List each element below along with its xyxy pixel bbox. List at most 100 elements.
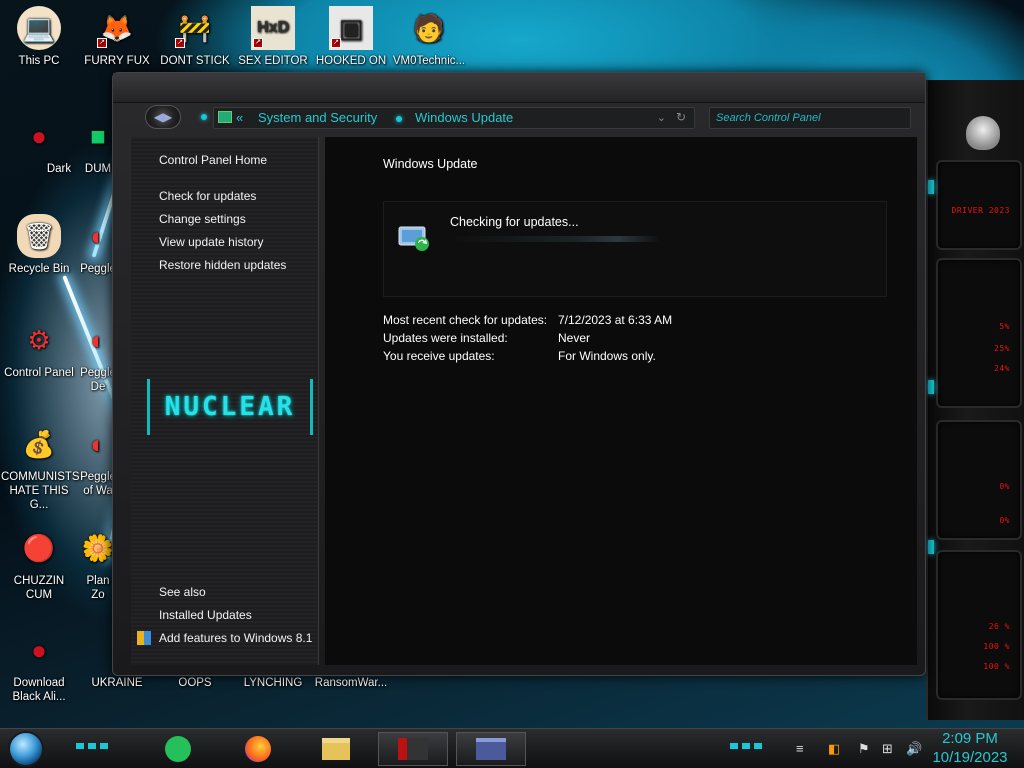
taskbar-firefox[interactable]	[238, 732, 278, 766]
search-input[interactable]: Search Control Panel	[709, 107, 911, 129]
desktop-icon-sex-editor[interactable]: HxD ↗ SEX EDITOR	[235, 6, 311, 68]
desktop-icon-dum[interactable]: ■ DUM	[80, 114, 116, 176]
network-icon[interactable]: ⊞	[882, 741, 893, 757]
icon-glyph: ◐	[90, 325, 106, 355]
icon-glyph: ■	[90, 121, 106, 151]
clock-date: 10/19/2023	[932, 749, 1008, 766]
refresh-icon[interactable]: ↻	[676, 110, 686, 124]
desktop-icon-furry-fux[interactable]: 🦊 ↗ FURRY FUX	[79, 6, 155, 68]
breadcrumb-windows-update[interactable]: Windows Update	[415, 110, 513, 125]
language-icon[interactable]: ◧	[828, 741, 840, 757]
desktop-icon-ukraine[interactable]: UKRAINE	[79, 676, 155, 690]
control-panel-home-link[interactable]: Control Panel Home	[159, 153, 267, 167]
folder-icon	[322, 738, 350, 760]
desktop-icon-peggle[interactable]: ◐ Peggle	[80, 214, 116, 276]
gadget-readout: 0%	[999, 482, 1010, 491]
desktop-icon-label: FURRY FUX	[84, 55, 150, 67]
update-status-text: Checking for updates...	[450, 215, 579, 229]
desktop-icon-label: Peggle De	[80, 367, 116, 393]
desktop-icon-label: Plan Zo	[86, 575, 110, 601]
taskbar-control-panel[interactable]	[378, 732, 448, 766]
vlc-icon: 🚧 ↗	[173, 6, 217, 50]
desktop-icon-label: DUM	[84, 163, 112, 175]
desktop-icon-peggle-de[interactable]: ◐ Peggle De	[80, 318, 116, 394]
start-button[interactable]	[8, 731, 44, 767]
maze-icon: ▣ ↗	[329, 6, 373, 50]
desktop-icon-dark[interactable]: ● Dark	[1, 114, 77, 176]
system-clock[interactable]: 2:09 PM 10/19/2023	[928, 729, 1012, 767]
windows-update-icon	[398, 226, 429, 251]
desktop-icon-ransomware[interactable]: RansomWar...	[313, 676, 389, 690]
this-pc-icon: 💻	[17, 6, 61, 50]
chuzzle-icon: 🔴	[17, 526, 61, 570]
desktop-icon-label: Recycle Bin	[8, 263, 70, 275]
shortcut-arrow-icon: ↗	[331, 38, 341, 48]
info-label: Updates were installed:	[383, 331, 508, 345]
desktop-icon-control-panel[interactable]: ⚙ Control Panel	[1, 318, 77, 380]
update-progress-bar	[450, 236, 660, 242]
desktop-icon-hooked-on[interactable]: ▣ ↗ HOOKED ON	[313, 6, 389, 68]
installed-updates-link[interactable]: Installed Updates	[159, 608, 252, 622]
gadget-readout: 24%	[994, 364, 1010, 373]
taskbar-file-explorer[interactable]	[316, 732, 356, 766]
desktop-icon-label: RansomWar...	[314, 677, 388, 689]
desktop-icon-peggle-wa[interactable]: ◐ Peggle of Wa	[80, 422, 116, 498]
taskbar-accent	[730, 743, 766, 749]
desktop-icon-label: COMMUNISTS HATE THIS G...	[1, 471, 80, 511]
desktop-icon-label: OOPS	[178, 677, 212, 689]
info-value: Never	[558, 331, 591, 345]
desktop-icon-download-black-ali[interactable]: ● Download Black Ali...	[1, 628, 77, 704]
desktop-icon-label: Peggle	[80, 263, 116, 275]
icon-glyph: ◐	[90, 221, 106, 251]
icon-glyph: 🧑	[412, 13, 446, 43]
peggle-icon: ◐	[83, 214, 113, 258]
control-panel-icon: ⚙	[17, 318, 61, 362]
gadget-readout: 5%	[999, 322, 1010, 331]
taskbar-window-app[interactable]	[456, 732, 526, 766]
volume-icon[interactable]: 🔊	[906, 741, 922, 757]
breadcrumb-separator-icon	[396, 116, 402, 122]
desktop-icon-vm0technic[interactable]: 🧑 VM0Technic...	[391, 6, 467, 68]
desktop-icon-dont-stick[interactable]: 🚧 ↗ DONT STICK	[157, 6, 233, 68]
desktop-icon-recycle-bin[interactable]: 🗑 Recycle Bin	[1, 214, 77, 276]
action-center-flag-icon[interactable]: ⚑	[858, 741, 870, 757]
desktop-icon-chuzzin-cum[interactable]: 🔴 CHUZZIN CUM	[1, 526, 77, 602]
desktop-icon-this-pc[interactable]: 💻 This PC	[1, 6, 77, 68]
dum-icon: ■	[83, 114, 113, 158]
desktop-icon-communists[interactable]: 💰 COMMUNISTS HATE THIS G...	[1, 422, 80, 512]
icon-glyph: 🦊	[100, 13, 134, 43]
page-title: Windows Update	[383, 157, 478, 171]
check-for-updates-link[interactable]: Check for updates	[159, 189, 256, 203]
notes-icon	[165, 736, 191, 762]
desktop-icon-label: VM0Technic...	[392, 55, 466, 67]
desktop-icon-plan-zo[interactable]: 🌼 Plan Zo	[80, 526, 116, 602]
money-bag-icon: 💰	[17, 422, 61, 466]
desktop-icon-label: Download Black Ali...	[12, 677, 66, 703]
desktop-icon-lynching[interactable]: LYNCHING	[235, 676, 311, 690]
nuclear-theme-logo: NUCLEAR	[147, 379, 313, 435]
windows-update-content: Windows Update Checking for updates... M…	[325, 137, 917, 665]
breadcrumb-overflow[interactable]: «	[236, 110, 243, 125]
gadget-readout: 25%	[994, 344, 1010, 353]
nav-indicator-dot	[201, 114, 207, 120]
address-bar[interactable]: « System and Security Windows Update ⌄ ↻	[213, 107, 695, 129]
back-forward-button[interactable]: ◀▶	[145, 105, 181, 129]
chevron-down-icon[interactable]: ⌄	[657, 111, 666, 124]
control-panel-icon	[218, 111, 232, 123]
taskbar-accent	[76, 743, 112, 749]
peggle-icon: ◐	[83, 318, 113, 362]
change-settings-link[interactable]: Change settings	[159, 212, 246, 226]
desktop-icon-label: Peggle of Wa	[80, 471, 116, 497]
taskbar-notes-app[interactable]	[158, 732, 198, 766]
show-hidden-icons[interactable]: ≡	[796, 741, 804, 756]
desktop-icon-label: SEX EDITOR	[238, 55, 308, 67]
restore-hidden-updates-link[interactable]: Restore hidden updates	[159, 258, 286, 272]
control-panel-icon	[398, 738, 428, 760]
shortcut-arrow-icon: ↗	[253, 38, 263, 48]
icon-glyph: ◐	[90, 429, 106, 459]
desktop-icon-oops[interactable]: OOPS	[157, 676, 233, 690]
breadcrumb-system-and-security[interactable]: System and Security	[258, 110, 377, 125]
window-titlebar[interactable]	[113, 73, 925, 103]
add-features-link[interactable]: Add features to Windows 8.1	[159, 631, 312, 645]
view-update-history-link[interactable]: View update history	[159, 235, 264, 249]
